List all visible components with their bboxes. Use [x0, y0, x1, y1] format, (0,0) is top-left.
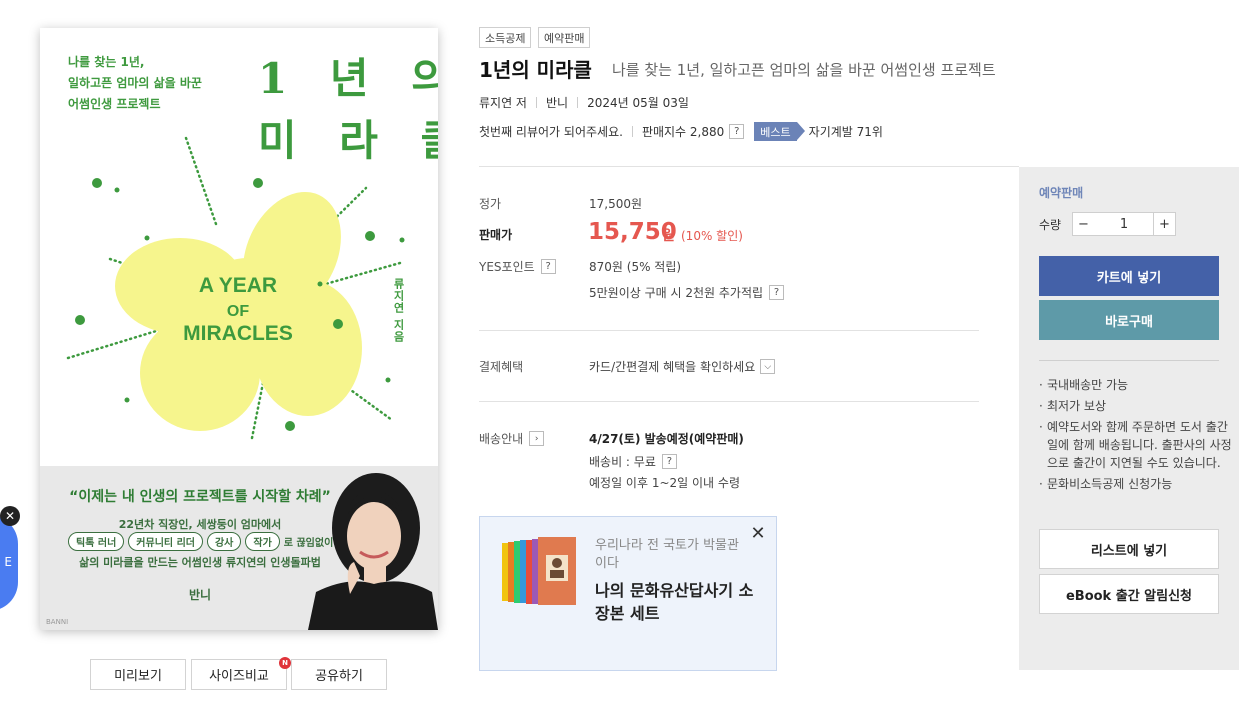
- purchase-panel: 예약판매 수량 − 1 + 카트에 넣기 바로구매 국내배송만 가능 최저가 보…: [1019, 167, 1239, 670]
- section-divider: [479, 166, 1019, 167]
- points-label: YES포인트: [479, 260, 535, 274]
- badge-tax-deduction: 소득공제: [479, 27, 532, 48]
- sale-price-unit: 원: [662, 228, 675, 244]
- cover-tags: 틱톡 러너 커뮤니티 리더 강사 작가 로 끊임없이: [68, 532, 333, 551]
- size-compare-button[interactable]: 사이즈비교: [191, 659, 287, 690]
- cover-tag: 틱톡 러너: [68, 532, 125, 551]
- cover-subtitle-line: 어썸인생 프로젝트: [68, 97, 161, 111]
- list-price-value: 17,500원: [589, 197, 643, 211]
- add-to-list-button[interactable]: 리스트에 넣기: [1039, 529, 1219, 569]
- delivery-fee-row: 배송비 : 무료 ?: [589, 453, 677, 470]
- cover-bottom-area: “이제는 내 인생의 프로젝트를 시작할 차례” 22년차 직장인, 세쌍둥이 …: [40, 466, 438, 630]
- divider: [631, 126, 633, 137]
- list-price-label: 정가: [479, 197, 502, 211]
- cover-tag: 커뮤니티 리더: [128, 532, 203, 551]
- product-meta: 류지연 저 반니 2024년 05월 03일: [479, 94, 689, 111]
- help-icon[interactable]: ?: [729, 124, 745, 139]
- payment-label: 결제혜택: [479, 360, 524, 374]
- preorder-label: 예약판매: [1039, 186, 1084, 200]
- cover-subtitle: 나를 찾는 1년, 일하고픈 엄마의 삶을 바꾼 어썸인생 프로젝트: [68, 52, 202, 115]
- delivery-note: 예정일 이후 1~2일 이내 수령: [589, 476, 740, 490]
- delivery-label-row: 배송안내 ›: [479, 430, 545, 447]
- points-extra-row: 5만원이상 구매 시 2천원 추가적립 ?: [589, 284, 785, 301]
- english-title-line1: A YEAR: [199, 274, 277, 297]
- cover-subtitle-line: 나를 찾는 1년,: [68, 55, 145, 69]
- note-item: 최저가 보상: [1039, 397, 1234, 415]
- add-to-cart-button[interactable]: 카트에 넣기: [1039, 256, 1219, 296]
- chevron-right-icon[interactable]: ›: [529, 431, 545, 446]
- purchase-notes: 국내배송만 가능 최저가 보상 예약도서와 함께 주문하면 도서 출간일에 함께…: [1039, 376, 1234, 496]
- ad-title: 나의 문화유산답사기 소장본 세트: [595, 581, 754, 623]
- section-divider: [479, 401, 979, 402]
- product-subtitle: 나를 찾는 1년, 일하고픈 엄마의 삶을 바꾼 어썸인생 프로젝트: [612, 61, 996, 79]
- note-item: 예약도서와 함께 주문하면 도서 출간일에 함께 배송됩니다. 출판사의 사정으…: [1039, 418, 1234, 472]
- section-divider: [479, 330, 979, 331]
- english-title-line3: MIRACLES: [183, 322, 293, 345]
- points-extra: 5만원이상 구매 시 2천원 추가적립: [589, 286, 764, 300]
- best-badge: 베스트: [754, 122, 806, 141]
- divider: [535, 97, 537, 108]
- author-portrait: [308, 473, 438, 630]
- cover-tag: 작가: [245, 532, 280, 551]
- help-icon[interactable]: ?: [769, 285, 785, 300]
- share-button[interactable]: 공유하기: [291, 659, 387, 690]
- help-icon[interactable]: ?: [540, 259, 556, 274]
- ebook-alert-button[interactable]: eBook 출간 알림신청: [1039, 574, 1219, 614]
- chevron-down-icon[interactable]: ⌵: [760, 359, 776, 374]
- cover-top-area: A YEAR OF MIRACLES 나를 찾는 1년, 일하고픈 엄마의 삶을…: [40, 28, 438, 466]
- publisher-link[interactable]: 반니: [546, 94, 568, 111]
- note-item: 국내배송만 가능: [1039, 376, 1234, 394]
- discount-rate: (10% 할인): [681, 229, 743, 243]
- new-badge: N: [279, 657, 291, 669]
- cover-author: 류지연 지음: [392, 278, 405, 343]
- quantity-input[interactable]: 1: [1094, 212, 1154, 236]
- review-prompt-link[interactable]: 첫번째 리뷰어가 되어주세요.: [479, 123, 623, 140]
- badge-preorder: 예약판매: [538, 27, 591, 48]
- quantity-decrease-button[interactable]: −: [1072, 212, 1095, 236]
- ad-subtitle: 우리나라 전 국토가 박물관이다: [595, 538, 739, 571]
- book-set-image: [502, 537, 576, 605]
- panel-divider: [1039, 360, 1219, 361]
- buy-now-button[interactable]: 바로구매: [1039, 300, 1219, 340]
- product-stats: 첫번째 리뷰어가 되어주세요. 판매지수 2,880 ? 베스트 자기계발 71…: [479, 122, 883, 141]
- floating-side-button[interactable]: E: [0, 515, 18, 611]
- quantity-label: 수량: [1039, 218, 1062, 232]
- sales-index: 판매지수 2,880: [641, 125, 725, 139]
- sale-price-label: 판매가: [479, 228, 513, 242]
- floating-close-icon[interactable]: ✕: [0, 506, 20, 526]
- cover-tag: 강사: [206, 532, 242, 551]
- points-value: 870원 (5% 적립): [589, 260, 682, 274]
- cover-logo: BANNI: [46, 618, 69, 626]
- publish-date: 2024년 05월 03일: [587, 96, 689, 110]
- note-item: 문화비소득공제 신청가능: [1039, 475, 1234, 493]
- cover-title-line1: 1 년 의: [258, 54, 438, 103]
- delivery-label: 배송안내: [479, 432, 524, 446]
- floating-side-label: E: [4, 555, 12, 569]
- book-cover[interactable]: A YEAR OF MIRACLES 나를 찾는 1년, 일하고픈 엄마의 삶을…: [40, 28, 438, 630]
- preview-button[interactable]: 미리보기: [90, 659, 186, 690]
- author-link[interactable]: 류지연 저: [479, 94, 527, 111]
- delivery-fee: 배송비 : 무료: [589, 455, 656, 469]
- points-label-row: YES포인트 ?: [479, 258, 556, 275]
- help-icon[interactable]: ?: [661, 454, 677, 469]
- quantity-increase-button[interactable]: +: [1153, 212, 1176, 236]
- ad-banner[interactable]: 우리나라 전 국토가 박물관이다 나의 문화유산답사기 소장본 세트 ✕: [479, 516, 777, 671]
- best-rank-link[interactable]: 자기계발 71위: [809, 123, 883, 140]
- product-title: 1년의 미라클: [479, 58, 592, 82]
- payment-benefit-row[interactable]: 카드/간편결제 혜택을 확인하세요 ⌵: [589, 358, 776, 375]
- cover-title: 1 년 의 미 라 클: [258, 48, 438, 172]
- english-title-line2: OF: [227, 303, 249, 320]
- payment-benefit-text: 카드/간편결제 혜택을 확인하세요: [589, 360, 756, 374]
- delivery-date: 4/27(토) 발송예정(예약판매): [589, 432, 744, 446]
- cover-title-line2: 미 라 클: [258, 116, 438, 165]
- divider: [577, 97, 579, 108]
- cover-subtitle-line: 일하고픈 엄마의 삶을 바꾼: [68, 76, 202, 90]
- close-icon[interactable]: ✕: [749, 525, 767, 544]
